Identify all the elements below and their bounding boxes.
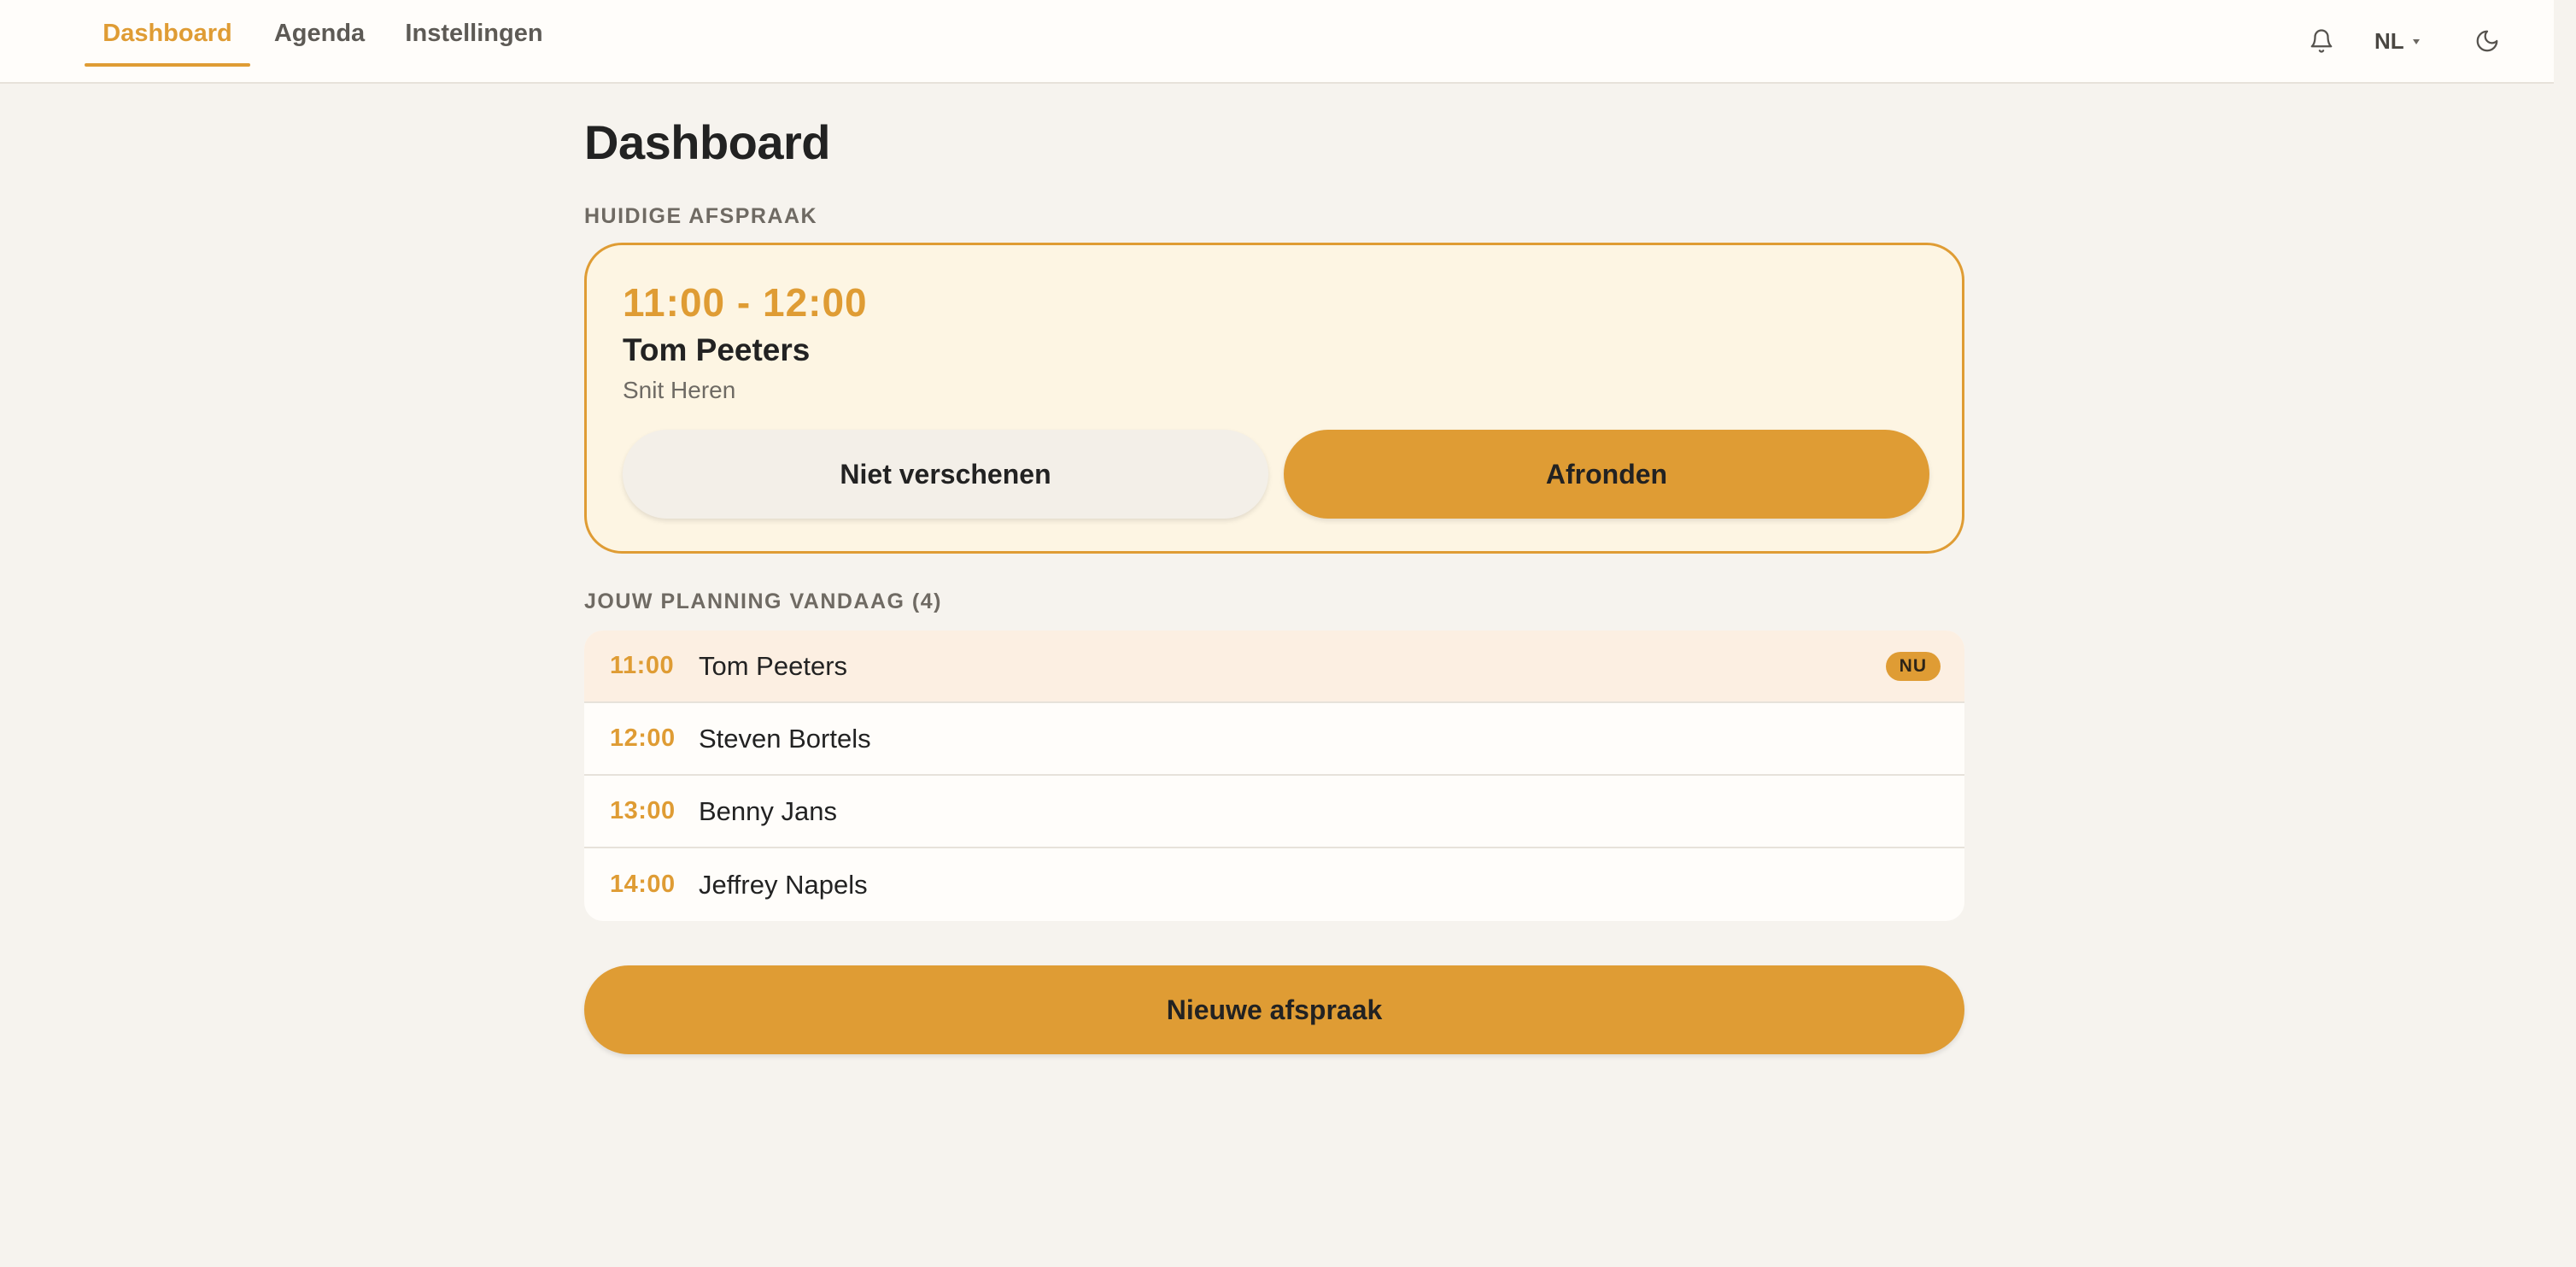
schedule-list: 11:00 Tom Peeters NU 12:00 Steven Bortel…	[584, 631, 1964, 921]
schedule-time: 13:00	[610, 797, 676, 824]
caret-down-icon	[2412, 39, 2420, 44]
tab-settings[interactable]: Instellingen	[395, 0, 553, 67]
no-show-button[interactable]: Niet verschenen	[623, 430, 1268, 519]
top-navigation-bar: Dashboard Agenda Instellingen NL	[0, 0, 2554, 84]
schedule-time: 12:00	[610, 724, 676, 752]
schedule-client-name: Benny Jans	[699, 795, 837, 826]
schedule-time: 11:00	[610, 652, 675, 679]
now-badge: NU	[1885, 651, 1941, 681]
schedule-row[interactable]: 11:00 Tom Peeters NU	[584, 631, 1964, 703]
tab-dashboard[interactable]: Dashboard	[85, 0, 250, 67]
language-label: NL	[2374, 27, 2404, 54]
theme-toggle-button[interactable]	[2465, 19, 2509, 63]
bell-icon	[2310, 29, 2333, 53]
current-appointment-card: 11:00 - 12:00 Tom Peeters Snit Heren Nie…	[584, 243, 1964, 554]
schedule-client-name: Jeffrey Napels	[699, 869, 868, 900]
planning-heading: JOUW PLANNING VANDAAG (4)	[584, 590, 942, 613]
notifications-button[interactable]	[2299, 19, 2344, 63]
finish-button[interactable]: Afronden	[1284, 430, 1929, 519]
schedule-client-name: Tom Peeters	[699, 650, 848, 681]
current-appointment-service: Snit Heren	[623, 377, 736, 403]
tab-agenda[interactable]: Agenda	[265, 0, 374, 67]
current-appointment-heading: HUIDIGE AFSPRAAK	[584, 204, 818, 228]
schedule-row[interactable]: 14:00 Jeffrey Napels	[584, 848, 1964, 921]
current-appointment-client: Tom Peeters	[623, 332, 811, 367]
schedule-row[interactable]: 12:00 Steven Bortels	[584, 703, 1964, 776]
current-appointment-time: 11:00 - 12:00	[623, 280, 868, 325]
schedule-time: 14:00	[610, 871, 676, 898]
language-select[interactable]: NL	[2374, 19, 2420, 63]
new-appointment-button[interactable]: Nieuwe afspraak	[584, 965, 1964, 1054]
moon-icon	[2476, 30, 2498, 52]
page-title: Dashboard	[584, 115, 831, 169]
schedule-client-name: Steven Bortels	[699, 723, 871, 754]
schedule-row[interactable]: 13:00 Benny Jans	[584, 776, 1964, 848]
